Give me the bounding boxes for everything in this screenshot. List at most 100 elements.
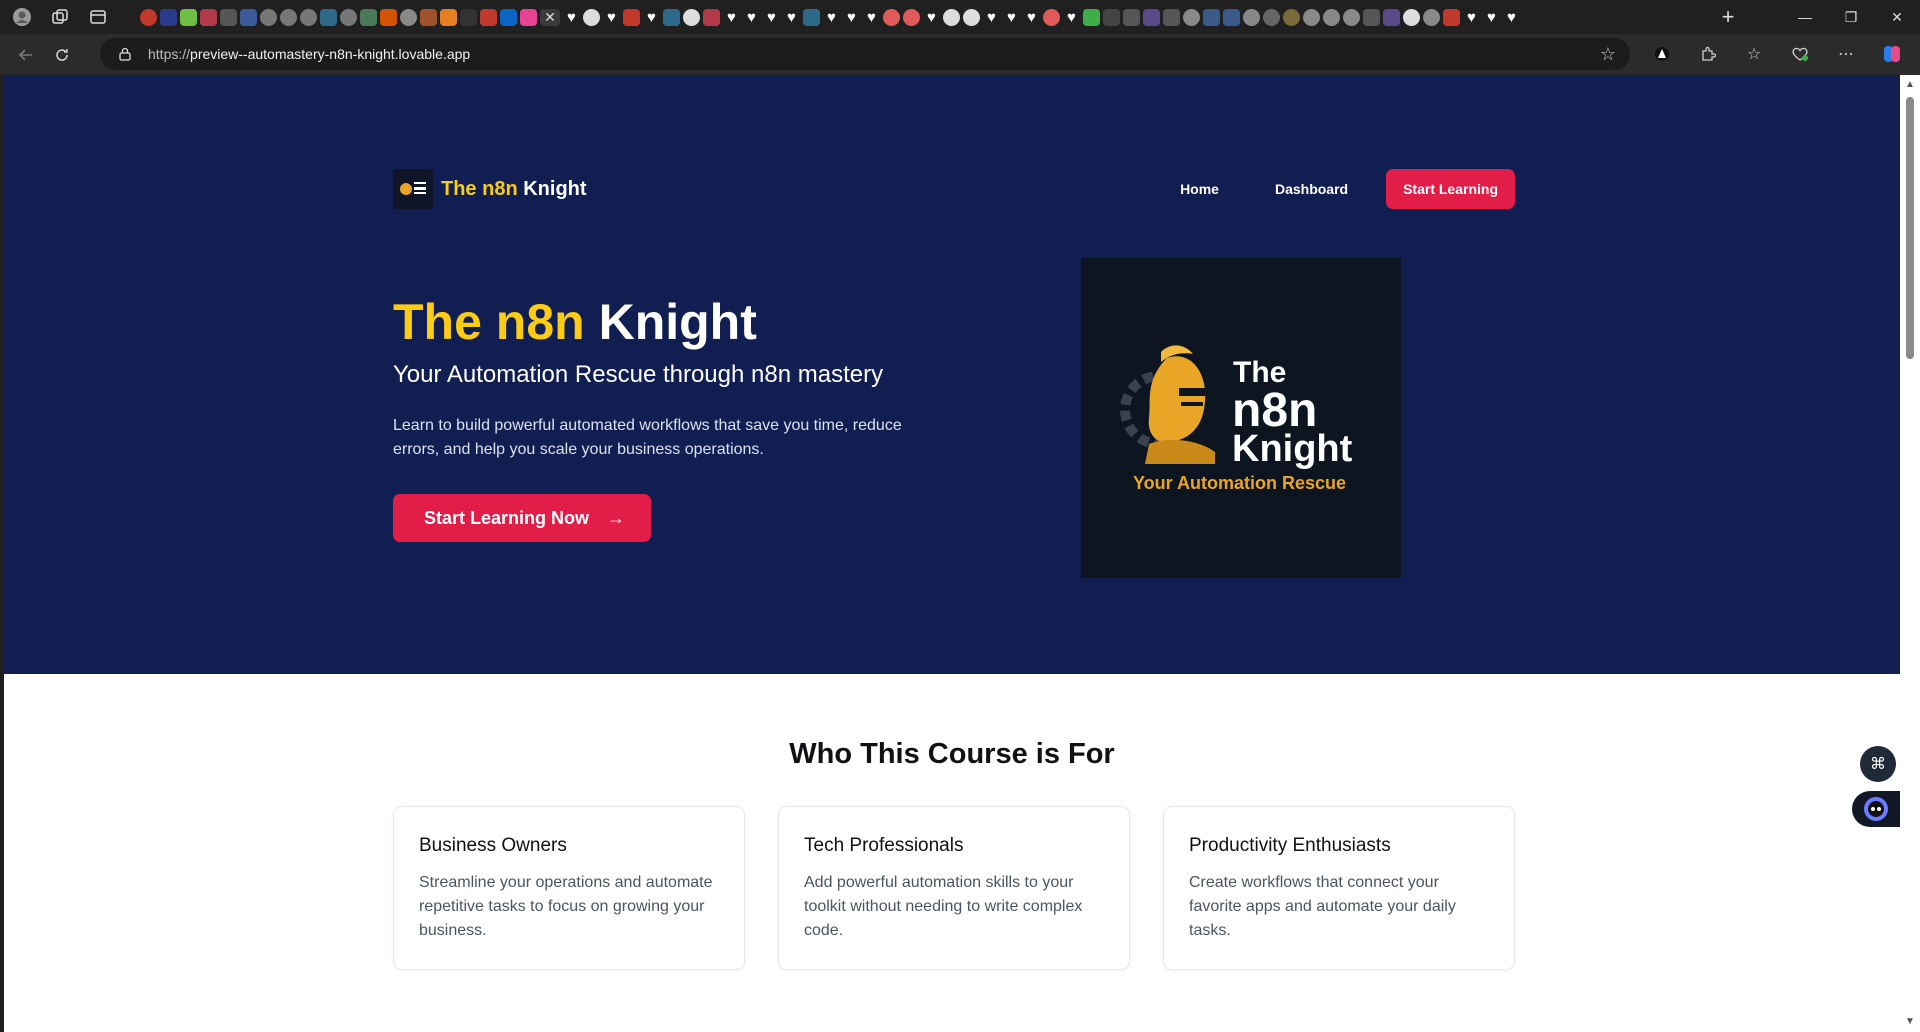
scroll-up-icon[interactable]: ▲ [1904, 79, 1916, 91]
tab-favicon[interactable] [1323, 8, 1340, 26]
tab-favicon[interactable] [460, 8, 477, 26]
page-scrollbar[interactable]: ▲ ▼ [1900, 75, 1920, 1032]
copilot-icon[interactable] [1874, 36, 1910, 72]
tab-favicon[interactable] [1343, 8, 1360, 26]
tab-favicon[interactable] [1383, 8, 1400, 26]
heart-icon[interactable]: ♥ [843, 9, 860, 26]
github-icon[interactable] [943, 8, 960, 26]
nav-home-link[interactable]: Home [1152, 181, 1247, 197]
tab-favicon[interactable] [1123, 8, 1140, 26]
heart-icon[interactable]: ♥ [783, 9, 800, 26]
tab-favicons: ✕ ♥ ♥ ♥ ♥ ♥ ♥ ♥ ♥ ♥ ♥ ♥ ♥ ♥ ♥ ♥ ♥ ♥ ♥ [140, 5, 1700, 29]
tab-favicon[interactable] [400, 8, 417, 26]
tab-favicon[interactable] [160, 8, 177, 26]
tab-favicon[interactable] [1083, 8, 1100, 26]
brand[interactable]: The n8n Knight [393, 169, 587, 209]
tab-favicon[interactable] [1283, 8, 1300, 26]
assistant-bot-icon[interactable] [1852, 791, 1900, 827]
tab-favicon[interactable] [803, 8, 820, 26]
tab-favicon[interactable] [260, 8, 277, 26]
nav-dashboard-link[interactable]: Dashboard [1247, 181, 1376, 197]
tab-favicon[interactable] [480, 8, 497, 26]
tab-favicon[interactable] [420, 8, 437, 26]
tab-favicon[interactable] [883, 8, 900, 26]
back-icon[interactable] [8, 37, 44, 73]
profile-icon[interactable] [10, 5, 34, 29]
minimize-icon[interactable]: — [1782, 0, 1828, 34]
workspaces-icon[interactable] [48, 5, 72, 29]
tab-favicon[interactable] [1243, 8, 1260, 26]
tab-favicon[interactable] [1103, 8, 1120, 26]
tab-favicon[interactable] [1223, 8, 1240, 26]
tab-favicon[interactable] [1303, 8, 1320, 26]
tab-favicon[interactable] [360, 8, 377, 26]
tab-favicon[interactable] [1143, 8, 1160, 26]
tab-favicon[interactable] [1203, 8, 1220, 26]
restore-icon[interactable]: ❐ [1828, 0, 1874, 34]
globe-icon[interactable] [583, 8, 600, 26]
github-icon[interactable] [963, 8, 980, 26]
heart-icon[interactable]: ♥ [563, 9, 580, 26]
favorite-star-icon[interactable]: ☆ [1600, 44, 1616, 65]
tab-favicon[interactable] [440, 8, 457, 26]
lock-icon[interactable] [118, 47, 132, 61]
tab-favicon[interactable] [1423, 8, 1440, 26]
address-bar[interactable]: https://preview--automastery-n8n-knight.… [100, 38, 1630, 70]
heart-icon[interactable]: ♥ [823, 9, 840, 26]
heart-icon[interactable]: ♥ [1003, 9, 1020, 26]
heart-icon[interactable]: ♥ [743, 9, 760, 26]
close-icon[interactable]: ✕ [540, 8, 560, 26]
more-icon[interactable]: ⋯ [1828, 36, 1864, 72]
linkedin-icon[interactable] [500, 8, 517, 26]
tab-favicon[interactable] [663, 8, 680, 26]
start-learning-now-button[interactable]: Start Learning Now → [393, 494, 652, 542]
heart-icon[interactable]: ♥ [603, 9, 620, 26]
tab-actions-icon[interactable] [86, 5, 110, 29]
tab-favicon[interactable] [703, 8, 720, 26]
scroll-down-icon[interactable]: ▼ [1904, 1016, 1916, 1028]
tab-favicon[interactable] [340, 8, 357, 26]
heart-icon[interactable]: ♥ [723, 9, 740, 26]
tab-favicon[interactable] [1163, 8, 1180, 26]
url-text[interactable]: https://preview--automastery-n8n-knight.… [148, 46, 470, 62]
heart-icon[interactable]: ♥ [923, 9, 940, 26]
tab-favicon[interactable] [1183, 8, 1200, 26]
tab-favicon[interactable] [623, 8, 640, 26]
heart-icon[interactable]: ♥ [1463, 9, 1480, 26]
tab-favicon[interactable] [903, 8, 920, 26]
tab-favicon[interactable] [220, 8, 237, 26]
browser-essentials-icon[interactable] [1782, 36, 1818, 72]
tab-favicon[interactable] [1363, 8, 1380, 26]
command-shortcut-icon[interactable]: ⌘ [1860, 746, 1896, 782]
heart-icon[interactable]: ♥ [1063, 9, 1080, 26]
extensions-icon[interactable] [1690, 36, 1726, 72]
heart-icon[interactable]: ♥ [983, 9, 1000, 26]
tab-favicon[interactable] [180, 8, 197, 26]
heart-icon[interactable]: ♥ [863, 9, 880, 26]
tab-favicon[interactable] [200, 8, 217, 26]
tab-favicon[interactable] [380, 8, 397, 26]
tab-favicon[interactable] [320, 8, 337, 26]
new-tab-button[interactable]: + [1715, 4, 1741, 30]
tab-favicon[interactable] [1263, 8, 1280, 26]
nav-start-learning-button[interactable]: Start Learning [1386, 169, 1515, 209]
close-icon[interactable]: ✕ [1874, 0, 1920, 34]
tab-favicon[interactable] [520, 8, 537, 26]
refresh-icon[interactable] [44, 37, 80, 73]
tab-favicon[interactable] [240, 8, 257, 26]
tab-favicon[interactable] [280, 8, 297, 26]
tab-favicon[interactable] [300, 8, 317, 26]
tab-favicon[interactable] [1043, 8, 1060, 26]
tab-favicon[interactable] [140, 8, 157, 26]
tab-favicon[interactable] [1403, 8, 1420, 26]
scrollbar-thumb[interactable] [1906, 97, 1914, 359]
heart-icon[interactable]: ♥ [1023, 9, 1040, 26]
favorites-icon[interactable]: ☆ [1736, 36, 1772, 72]
heart-icon[interactable]: ♥ [643, 9, 660, 26]
heart-icon[interactable]: ♥ [763, 9, 780, 26]
tab-favicon[interactable] [1443, 8, 1460, 26]
heart-icon[interactable]: ♥ [1483, 9, 1500, 26]
globe-icon[interactable] [683, 8, 700, 26]
ai-icon[interactable] [1644, 36, 1680, 72]
heart-icon[interactable]: ♥ [1503, 9, 1520, 26]
